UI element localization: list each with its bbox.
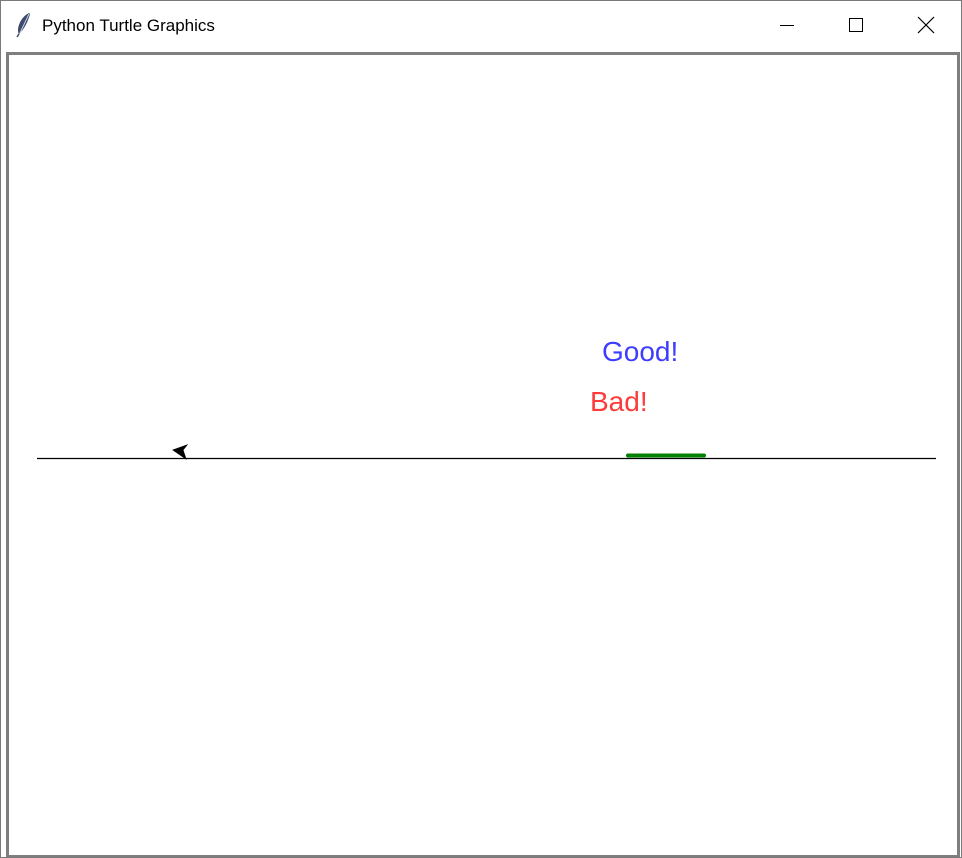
window-title: Python Turtle Graphics: [42, 16, 215, 35]
bad-label: Bad!: [590, 386, 648, 417]
turtle-window: Python Turtle Graphics Good! Bad!: [0, 0, 962, 858]
feather-icon: [16, 13, 30, 38]
close-button[interactable]: [891, 1, 961, 48]
minimize-button[interactable]: [752, 1, 822, 48]
good-label: Good!: [602, 336, 679, 367]
minimize-icon: [780, 24, 794, 26]
drawing-surface: [37, 444, 936, 461]
turtle-cursor-icon: [172, 444, 189, 461]
turtle-canvas[interactable]: Good! Bad!: [6, 52, 960, 857]
maximize-icon: [849, 17, 863, 32]
title-bar[interactable]: Python Turtle Graphics: [1, 1, 961, 48]
close-icon: [917, 16, 935, 33]
maximize-button[interactable]: [821, 1, 891, 48]
